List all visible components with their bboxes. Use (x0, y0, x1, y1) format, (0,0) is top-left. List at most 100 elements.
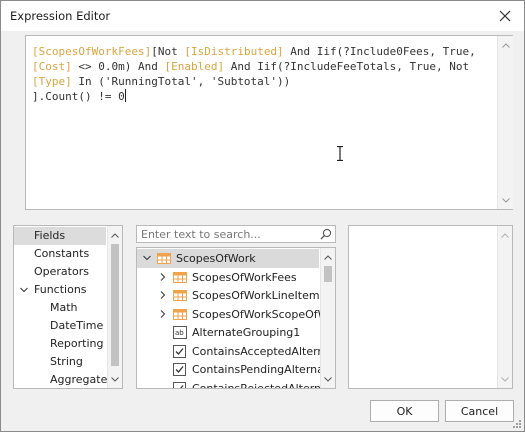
tree-item-label: ScopesOfWorkScopeOfW... (192, 307, 336, 321)
table-icon (173, 308, 187, 320)
tree-item[interactable]: ContainsPendingAlternates (137, 360, 335, 379)
code-token: And Iif(?IncludeFeeTotals, True, Not (224, 60, 470, 73)
tree-item-label: ContainsPendingAlternates (192, 363, 336, 376)
window-title: Expression Editor (10, 9, 111, 23)
code-line: [Cost] <> 0.0m) And [Enabled] And Iif(?I… (32, 59, 494, 74)
chevron-right-icon[interactable] (159, 272, 167, 281)
tree-item[interactable]: ScopesOfWorkScopeOfW... (137, 305, 335, 324)
category-label: Aggregate (50, 373, 108, 386)
cancel-button[interactable]: Cancel (445, 400, 514, 422)
chevron-down-icon (501, 197, 510, 203)
text-cursor-icon (337, 146, 343, 161)
category-item-fields[interactable]: Fields (14, 227, 106, 245)
scroll-thumb[interactable] (111, 244, 119, 366)
expression-editor-window: Expression Editor [ScopesOfWorkFees][Not… (0, 0, 525, 432)
code-token: [Not (151, 45, 185, 58)
category-label: Functions (34, 283, 87, 296)
tree-item[interactable]: ScopesOfWorkFees (137, 268, 319, 287)
scroll-up-arrow[interactable] (498, 228, 512, 242)
scroll-down-arrow[interactable] (498, 193, 513, 207)
categories-list[interactable]: Fields Constants Operators Functions Math Dat… (13, 225, 123, 389)
field-token: [IsDistributed] (184, 45, 284, 58)
scroll-down-arrow[interactable] (498, 372, 512, 386)
tree-item[interactable]: ContainsAcceptedAlternat... (137, 342, 335, 361)
chevron-right-icon[interactable] (159, 291, 167, 299)
category-item-functions[interactable]: Functions (14, 281, 106, 299)
tree-item[interactable]: ContainsRejectedAlternates (137, 379, 335, 388)
close-icon (499, 10, 511, 22)
scroll-down-arrow[interactable] (108, 372, 122, 386)
scroll-down-arrow[interactable] (321, 372, 335, 386)
chevron-up-icon (501, 232, 509, 238)
fields-scrollbar[interactable] (320, 248, 335, 388)
field-token: [ScopesOfWorkFees] (32, 45, 152, 58)
field-token: [Type] (32, 75, 72, 88)
category-item-datetime[interactable]: DateTime (14, 317, 106, 335)
category-item-reporting[interactable]: Reporting (14, 335, 106, 353)
fields-tree[interactable]: ScopesOfWork ScopesOfWorkFees ScopesOfWork… (136, 247, 336, 389)
tree-item[interactable]: ab AlternateGrouping1 (137, 323, 319, 342)
category-label: Reporting (50, 337, 104, 350)
category-item-aggregate[interactable]: Aggregate (14, 371, 108, 388)
text-field-icon: ab (173, 326, 187, 339)
chevron-down-icon[interactable] (143, 254, 151, 262)
table-icon (173, 290, 187, 301)
category-item-string[interactable]: String (14, 353, 106, 371)
scroll-thumb[interactable] (324, 266, 332, 282)
expression-editor[interactable]: [ScopesOfWorkFees][Not [IsDistributed] A… (25, 35, 513, 210)
category-item-constants[interactable]: Constants (14, 245, 106, 263)
checkbox-icon (173, 344, 186, 358)
checkbox-icon (173, 363, 186, 376)
table-icon (157, 253, 171, 264)
editor-scrollbar[interactable] (497, 36, 513, 209)
code-token: And Iif(?Include0Fees, True, (283, 45, 476, 58)
description-panel (348, 225, 513, 389)
code-line: [ScopesOfWorkFees][Not [IsDistributed] A… (32, 44, 494, 59)
chevron-down-icon (501, 376, 509, 382)
chevron-up-icon (324, 254, 332, 260)
chevron-up-icon (501, 42, 510, 48)
text-caret (124, 89, 126, 102)
category-label: Constants (34, 247, 90, 260)
chevron-down-icon (324, 376, 332, 382)
categories-scrollbar[interactable] (107, 226, 122, 388)
chevron-right-icon[interactable] (159, 309, 167, 318)
code-token: ].Count() != 0 (32, 90, 125, 103)
scroll-up-arrow[interactable] (498, 38, 513, 52)
tree-item-label: ScopesOfWorkFees (192, 270, 297, 284)
svg-text:ab: ab (175, 329, 184, 337)
search-input[interactable]: Enter text to search... (141, 228, 261, 241)
scroll-up-arrow[interactable] (108, 228, 122, 242)
tree-item-label: AlternateGrouping1 (192, 326, 301, 339)
code-line: [Type] In ('RunningTotal', 'Subtotal')) (32, 74, 494, 89)
category-label: String (50, 355, 83, 368)
tree-item-label: ScopesOfWork (176, 252, 256, 265)
title-bar: Expression Editor (1, 1, 524, 31)
code-token: <> 0.0m) And (71, 60, 165, 73)
tree-item-label: ContainsRejectedAlternates (192, 381, 336, 389)
category-label: Math (50, 301, 78, 314)
tree-item-label: ScopesOfWorkLineItems (192, 289, 326, 302)
search-icon[interactable] (320, 228, 332, 240)
close-button[interactable] (494, 5, 516, 27)
scroll-up-arrow[interactable] (321, 250, 335, 264)
search-box[interactable]: Enter text to search... (136, 225, 336, 243)
category-label: Fields (34, 229, 66, 242)
field-token: [Enabled] (164, 60, 225, 73)
field-token: [Cost] (32, 60, 72, 73)
chevron-up-icon (111, 232, 119, 238)
category-item-math[interactable]: Math (14, 299, 106, 317)
table-icon (173, 271, 187, 283)
chevron-down-icon (111, 376, 119, 382)
ok-button[interactable]: OK (370, 400, 439, 422)
description-scrollbar[interactable] (497, 226, 512, 388)
category-item-operators[interactable]: Operators (14, 263, 106, 281)
code-line: ].Count() != 0 (32, 89, 494, 104)
tree-item[interactable]: ScopesOfWork (137, 249, 319, 268)
tree-item[interactable]: ScopesOfWorkLineItems (137, 286, 325, 305)
expression-text[interactable]: [ScopesOfWorkFees][Not [IsDistributed] A… (32, 44, 494, 104)
chevron-down-icon[interactable] (20, 286, 28, 294)
category-label: Operators (34, 265, 89, 278)
resize-grip-icon[interactable] (512, 419, 522, 429)
category-label: DateTime (50, 319, 104, 332)
